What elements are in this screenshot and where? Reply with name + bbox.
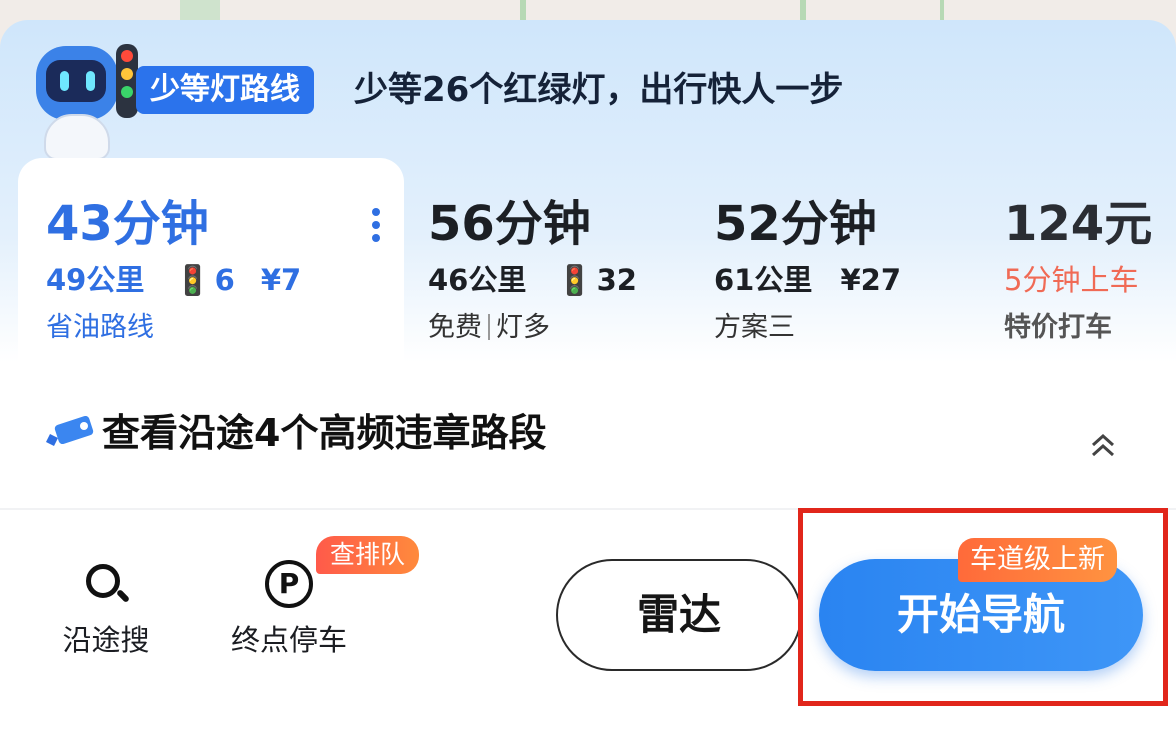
violation-text: 查看沿途4个高频违章路段 (102, 411, 547, 455)
traffic-light-icon (116, 44, 138, 118)
route-option-1[interactable]: 43分钟 49公里 🚦 6 ¥7 省油路线 (18, 158, 404, 368)
radar-button[interactable]: 雷达 (556, 559, 802, 671)
route-toll: ¥7 (260, 263, 302, 297)
route-meta: 61公里 ¥27 (714, 260, 901, 300)
route-distance: 61公里 (714, 263, 813, 297)
route-lights: 6 (214, 263, 235, 297)
route-tag-free: 免费 (428, 312, 482, 343)
route-distance: 49公里 (46, 263, 145, 297)
route-time: 43分钟 (46, 196, 209, 252)
route-time: 56分钟 (428, 196, 591, 252)
route-desc: 免费 灯多 (428, 310, 550, 346)
camera-icon (46, 416, 94, 446)
route-options: 43分钟 49公里 🚦 6 ¥7 省油路线 56分钟 46公里 🚦 32 免费 灯多 … (18, 158, 1158, 368)
queue-badge[interactable]: 查排队 (316, 536, 420, 574)
taxi-desc: 特价打车 (1004, 312, 1112, 343)
robot-mascot-icon (30, 38, 140, 160)
taxi-price: 124元 (1004, 196, 1153, 252)
divider (488, 314, 490, 340)
chevron-up-double-icon[interactable] (1086, 430, 1120, 464)
route-time: 52分钟 (714, 196, 877, 252)
route-meta: 49公里 🚦 6 ¥7 (46, 260, 301, 300)
more-vertical-icon[interactable] (370, 208, 382, 244)
route-tag-lights: 灯多 (496, 312, 550, 343)
route-option-2[interactable]: 56分钟 46公里 🚦 32 免费 灯多 (400, 158, 680, 368)
search-label: 沿途搜 (62, 623, 150, 657)
banner-message: 少等26个红绿灯，出行快人一步 (354, 70, 844, 110)
traffic-light-icon: 🚦 (174, 263, 211, 297)
taxi-pickup: 5分钟上车 (1004, 263, 1139, 297)
route-meta: 46公里 🚦 32 (428, 260, 637, 300)
lane-level-new-badge: 车道级上新 (958, 538, 1117, 582)
route-lights: 32 (596, 263, 637, 297)
parking-icon: P (265, 560, 313, 608)
route-option-taxi[interactable]: 124元 5分钟上车 特价打车 (976, 158, 1158, 368)
destination-parking-button[interactable]: P 终点停车 (218, 560, 360, 660)
route-option-3[interactable]: 52分钟 61公里 ¥27 方案三 (686, 158, 966, 368)
route-toll: ¥27 (840, 263, 902, 297)
route-distance: 46公里 (428, 263, 527, 297)
traffic-light-banner[interactable]: 少等灯路线 少等26个红绿灯，出行快人一步 (0, 20, 1176, 160)
parking-label: 终点停车 (230, 623, 347, 657)
route-type-tag: 少等灯路线 (136, 66, 314, 114)
traffic-light-icon: 🚦 (556, 263, 593, 297)
search-icon (82, 560, 131, 608)
route-desc: 方案三 (714, 312, 795, 343)
along-route-search-button[interactable]: 沿途搜 (50, 560, 162, 660)
route-desc: 省油路线 (46, 312, 154, 343)
